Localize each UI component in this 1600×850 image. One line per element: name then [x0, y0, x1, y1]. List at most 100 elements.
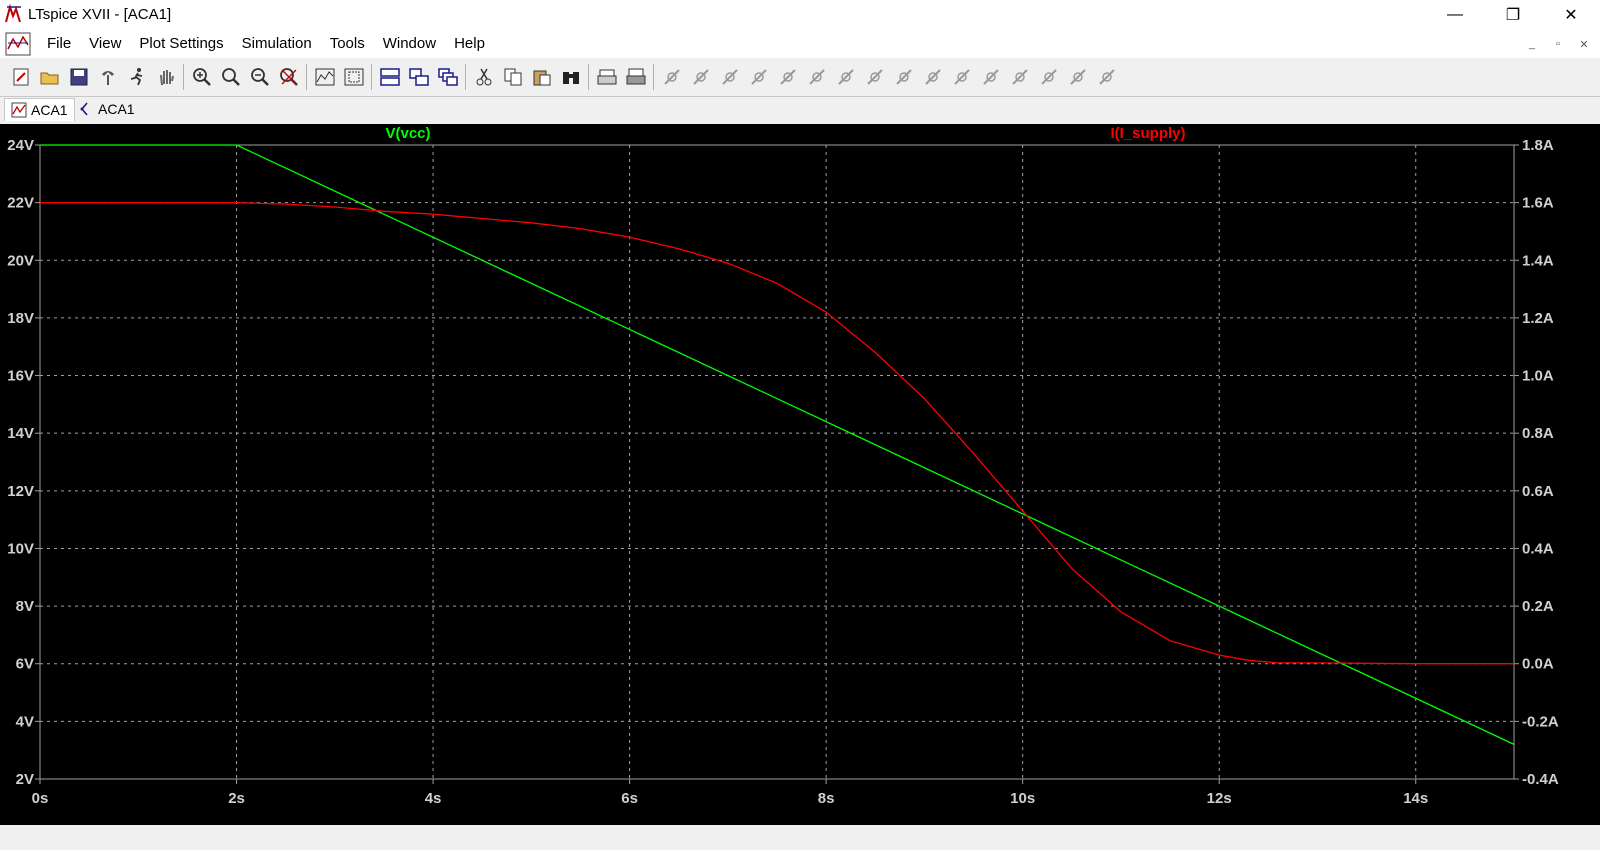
- schematic-tab-icon: [80, 102, 88, 116]
- autorange-button[interactable]: [310, 63, 339, 91]
- zoom-rect-icon: [344, 68, 363, 86]
- tile-vertical-icon: [408, 68, 429, 86]
- y-left-tick-label: 6V: [16, 656, 34, 673]
- print-icon: [626, 68, 645, 85]
- find-icon: [562, 72, 579, 84]
- waveform-doc-icon[interactable]: [4, 31, 32, 57]
- waveform-tab-icon: [11, 102, 27, 118]
- drag-button[interactable]: [918, 63, 947, 91]
- y-left-tick-label: 24V: [7, 137, 34, 154]
- menu-bar: File View Plot Settings Simulation Tools…: [0, 30, 1600, 59]
- open-icon: [40, 72, 58, 85]
- y-right-tick-label: 0.4A: [1522, 540, 1554, 557]
- halt-icon: [159, 70, 174, 86]
- undo-icon: [953, 69, 970, 85]
- print-preview-button[interactable]: [592, 63, 621, 91]
- diode-icon: [837, 69, 854, 85]
- tile-vertical-button[interactable]: [404, 63, 433, 91]
- menu-help[interactable]: Help: [445, 35, 494, 53]
- cut-icon: [476, 68, 491, 86]
- run-button[interactable]: [122, 63, 151, 91]
- waveform-plot-pane[interactable]: 0s 2s 4s 6s 8s 10s 12s 14s 2V 4V 6V 8V 10V 12V 14V 16V 1…: [0, 124, 1600, 825]
- zoom-in-button[interactable]: [187, 63, 216, 91]
- paste-button[interactable]: [527, 63, 556, 91]
- spice-directive-button[interactable]: [1092, 63, 1121, 91]
- y-right-tick-label: 0.6A: [1522, 483, 1554, 500]
- wire-button[interactable]: [657, 63, 686, 91]
- mdi-close-button[interactable]: ✕: [1572, 34, 1596, 54]
- trace-label-i-supply: I(I_supply): [1110, 125, 1185, 142]
- copy-icon: [504, 68, 521, 86]
- control-panel-button[interactable]: [93, 63, 122, 91]
- mirror-button[interactable]: [1034, 63, 1063, 91]
- component-button[interactable]: [860, 63, 889, 91]
- zoom-rect-button[interactable]: [339, 63, 368, 91]
- save-button[interactable]: [64, 63, 93, 91]
- menu-tools[interactable]: Tools: [321, 35, 374, 53]
- label-button[interactable]: [715, 63, 744, 91]
- menu-window[interactable]: Window: [374, 35, 445, 53]
- series-line-vcc: [40, 144, 1515, 745]
- halt-button[interactable]: [151, 63, 180, 91]
- y-left-tick-label: 18V: [7, 310, 34, 327]
- menu-view[interactable]: View: [80, 35, 130, 53]
- window-title: LTspice XVII - [ACA1]: [28, 6, 172, 23]
- text-icon: [1069, 69, 1086, 85]
- y-right-tick-label: 1.0A: [1522, 368, 1554, 385]
- ground-button[interactable]: [686, 63, 715, 91]
- component-icon: [866, 69, 883, 85]
- zoom-out-button[interactable]: [245, 63, 274, 91]
- close-button[interactable]: ✕: [1542, 0, 1600, 30]
- mdi-restore-button[interactable]: ▫: [1546, 34, 1570, 54]
- diode-button[interactable]: [831, 63, 860, 91]
- tab-schematic-aca1[interactable]: ACA1: [72, 98, 141, 120]
- move-button[interactable]: [889, 63, 918, 91]
- y-right-tick-label: 0.2A: [1522, 598, 1554, 615]
- zoom-pan-button[interactable]: [216, 63, 245, 91]
- zoom-fit-button[interactable]: [274, 63, 303, 91]
- y-left-tick-label: 12V: [7, 483, 34, 500]
- undo-button[interactable]: [947, 63, 976, 91]
- tile-horizontal-icon: [379, 68, 400, 86]
- print-button[interactable]: [621, 63, 650, 91]
- rotate-button[interactable]: [1005, 63, 1034, 91]
- text-button[interactable]: [1063, 63, 1092, 91]
- tab-waveform-aca1[interactable]: ACA1: [4, 98, 75, 121]
- open-button[interactable]: [35, 63, 64, 91]
- redo-button[interactable]: [976, 63, 1005, 91]
- copy-button[interactable]: [498, 63, 527, 91]
- cut-button[interactable]: [469, 63, 498, 91]
- zoom-fit-icon: [279, 68, 298, 86]
- y-left-tick-label: 22V: [7, 195, 34, 212]
- new-schematic-button[interactable]: [6, 63, 35, 91]
- x-tick-label: 4s: [425, 790, 442, 807]
- tab-bar: ACA1 ACA1: [0, 97, 1600, 123]
- resistor-button[interactable]: [744, 63, 773, 91]
- cascade-button[interactable]: [433, 63, 462, 91]
- minimize-button[interactable]: —: [1426, 0, 1484, 30]
- x-tick-label: 6s: [621, 790, 638, 807]
- x-tick-label: 2s: [228, 790, 245, 807]
- x-tick-label: 12s: [1207, 790, 1232, 807]
- menu-simulation[interactable]: Simulation: [233, 35, 321, 53]
- inductor-button[interactable]: [802, 63, 831, 91]
- mdi-minimize-button[interactable]: _: [1520, 34, 1544, 54]
- restore-button[interactable]: ❐: [1484, 0, 1542, 30]
- menu-plot-settings[interactable]: Plot Settings: [130, 35, 232, 53]
- y-right-tick-label: 0.0A: [1522, 656, 1554, 673]
- capacitor-button[interactable]: [773, 63, 802, 91]
- print-preview-icon: [597, 69, 616, 85]
- zoom-out-icon: [250, 68, 269, 86]
- drag-icon: [924, 69, 941, 85]
- spice-directive-icon: [1098, 69, 1115, 85]
- find-button[interactable]: [556, 63, 585, 91]
- rotate-icon: [1011, 69, 1028, 85]
- tab-label: ACA1: [98, 101, 135, 117]
- title-bar: LTspice XVII - [ACA1] — ❐ ✕: [0, 0, 1600, 30]
- menu-file[interactable]: File: [38, 35, 80, 53]
- zoom-in-icon: [192, 68, 211, 86]
- tile-horizontal-button[interactable]: [375, 63, 404, 91]
- waveform-chart[interactable]: 0s 2s 4s 6s 8s 10s 12s 14s 2V 4V 6V 8V 10V 12V 14V 16V 1…: [0, 124, 1600, 825]
- save-icon: [70, 68, 87, 86]
- y-left-tick-label: 14V: [7, 425, 34, 442]
